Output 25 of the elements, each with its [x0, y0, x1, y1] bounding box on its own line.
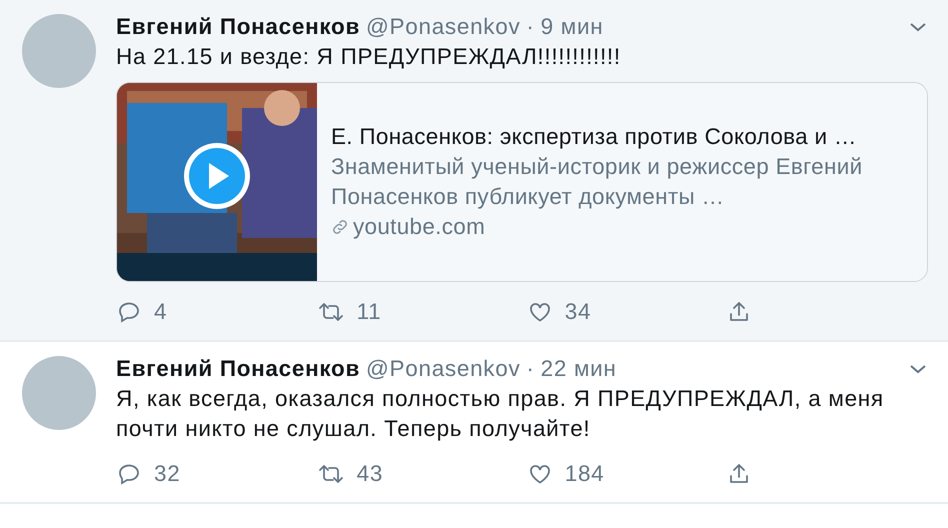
- reply-count: 32: [154, 461, 180, 487]
- author-handle[interactable]: @Ponasenkov: [366, 14, 520, 40]
- retweet-icon[interactable]: [316, 462, 345, 486]
- separator-dot: ·: [526, 14, 535, 40]
- retweet-count: 43: [356, 461, 384, 487]
- card-domain: youtube.com: [353, 213, 486, 241]
- reply-icon[interactable]: [116, 300, 142, 324]
- retweet-icon[interactable]: [316, 300, 345, 324]
- retweet-count: 11: [356, 299, 382, 325]
- like-count: 34: [564, 299, 592, 325]
- tweet-time[interactable]: 22 мин: [540, 356, 617, 382]
- link-card[interactable]: Е. Понасенков: экспертиза против Соколова и … Знаменитый ученый-историк и режиссер Евгений Понасенков публикует документы … youtube.com: [116, 82, 928, 282]
- tweet-text: Я, как всегда, оказался полностью прав. Я ПРЕДУПРЕЖДАЛ, а меня почти никто не слушал. Теперь получайте!: [116, 385, 885, 443]
- separator-dot: ·: [526, 356, 535, 382]
- link-icon: [331, 218, 349, 236]
- reply-count: 4: [154, 299, 168, 325]
- tweet-text: На 21.15 и везде: Я ПРЕДУПРЕЖДАЛ!!!!!!!!!!!!: [116, 43, 622, 71]
- author-name[interactable]: Евгений Понасенков: [116, 14, 360, 40]
- card-title: Е. Понасенков: экспертиза против Соколова и …: [331, 123, 858, 151]
- card-description: Знаменитый ученый-историк и режиссер Евгений Понасенков публикует документы …: [331, 153, 864, 211]
- tweet-time[interactable]: 9 мин: [540, 14, 604, 40]
- reply-icon[interactable]: [116, 462, 142, 486]
- author-name[interactable]: Евгений Понасенков: [116, 356, 360, 382]
- like-count: 184: [564, 461, 604, 487]
- author-handle[interactable]: @Ponasenkov: [366, 356, 520, 382]
